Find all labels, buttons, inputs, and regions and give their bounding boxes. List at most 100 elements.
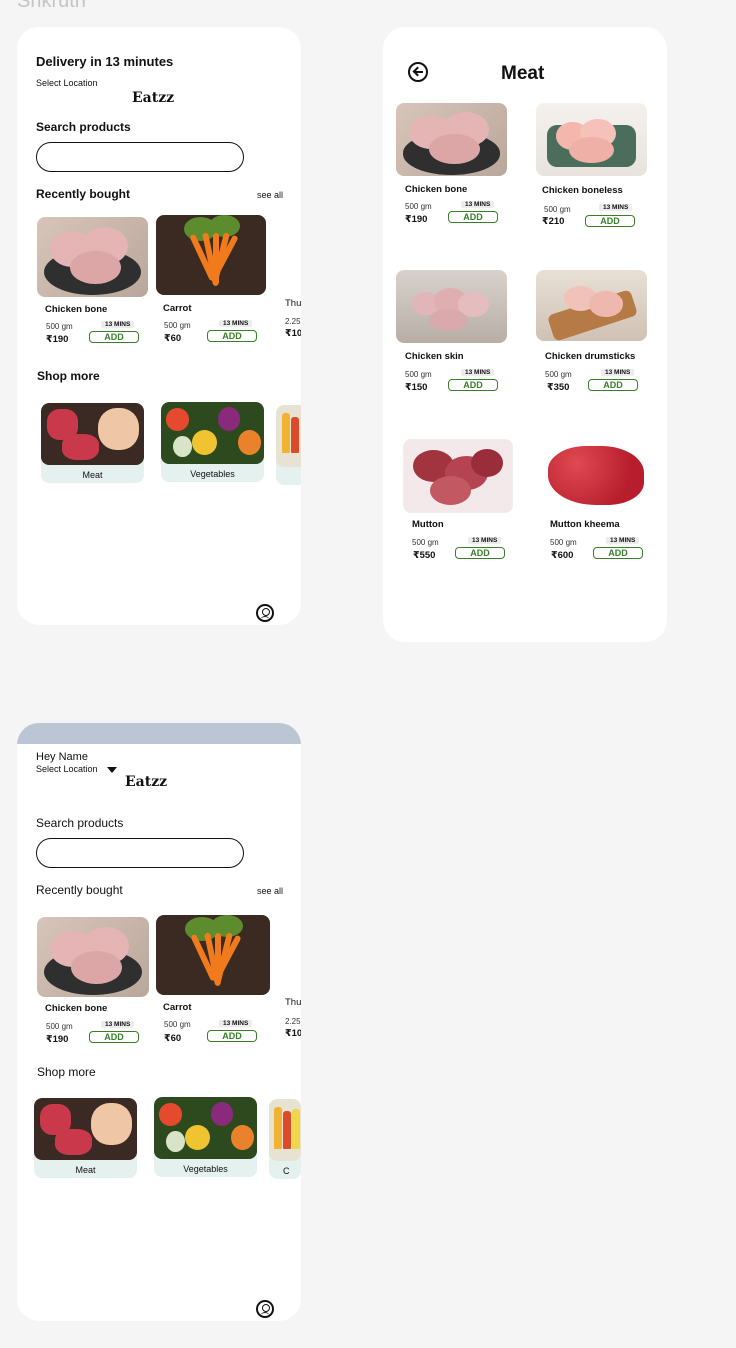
product-price: ₹190 <box>46 334 69 345</box>
product-name: Chicken skin <box>405 351 464 362</box>
add-button[interactable]: ADD <box>89 1031 139 1043</box>
product-weight: 500 gm <box>550 538 577 547</box>
product-price: ₹150 <box>405 382 428 393</box>
category-vegetables[interactable]: Vegetables <box>161 402 264 482</box>
profile-icon[interactable] <box>256 604 274 622</box>
select-location[interactable]: Select Location <box>36 764 98 774</box>
back-arrow-icon[interactable] <box>408 62 428 82</box>
search-input[interactable] <box>36 142 244 172</box>
product-name: Mutton kheema <box>550 519 620 530</box>
add-button[interactable]: ADD <box>585 215 635 227</box>
product-price: ₹190 <box>405 214 428 225</box>
product-image[interactable] <box>396 270 507 343</box>
eta-badge: 13 MINS <box>101 321 135 328</box>
product-image[interactable] <box>536 270 647 341</box>
home-screen-variant: Hey Name Select Location Eatzz Search pr… <box>17 723 301 1321</box>
add-button[interactable]: ADD <box>207 1030 257 1042</box>
status-bar <box>17 723 301 744</box>
search-input[interactable] <box>36 838 244 868</box>
select-location[interactable]: Select Location <box>36 78 98 88</box>
see-all-link[interactable]: see all <box>257 190 283 200</box>
product-price: ₹60 <box>164 1033 182 1044</box>
category-label: Meat <box>82 470 103 480</box>
brand-logo: Eatzz <box>125 774 168 790</box>
product-price: ₹190 <box>46 1034 69 1045</box>
eta-badge: 13 MINS <box>599 204 633 211</box>
product-weight: 500 gm <box>46 322 73 331</box>
meat-screen: Meat Chicken bone 500 gm 13 MINS ₹190 AD… <box>383 27 667 642</box>
recently-bought-heading: Recently bought <box>36 883 123 897</box>
add-button[interactable]: ADD <box>588 379 638 391</box>
greeting: Hey Name <box>36 751 88 763</box>
product-price: ₹550 <box>413 550 436 561</box>
product-price: ₹60 <box>164 333 182 344</box>
add-button[interactable]: ADD <box>448 379 498 391</box>
product-name: Chicken boneless <box>542 185 623 196</box>
product-price: ₹600 <box>551 550 574 561</box>
product-weight: 500 gm <box>412 538 439 547</box>
add-button[interactable]: ADD <box>455 547 505 559</box>
recently-bought-heading: Recently bought <box>36 187 131 201</box>
product-weight: 500 gm <box>405 202 432 211</box>
product-weight: 500 gm <box>545 370 572 379</box>
page-title: Meat <box>501 63 545 84</box>
product-name: Thu <box>285 997 301 1008</box>
category-label: Vegetables <box>183 1164 228 1174</box>
eta-badge: 13 MINS <box>461 369 495 376</box>
product-image[interactable] <box>536 103 647 176</box>
shop-more-heading: Shop more <box>37 369 100 383</box>
product-weight: 500 gm <box>164 1020 191 1029</box>
eta-badge: 13 MINS <box>219 1020 253 1027</box>
category-label: Vegetables <box>190 469 235 479</box>
caret-down-icon[interactable] <box>107 767 117 773</box>
eta-badge: 13 MINS <box>461 201 495 208</box>
eta-badge: 13 MINS <box>101 1021 135 1028</box>
home-screen: Delivery in 13 minutes Select Location E… <box>17 27 301 625</box>
see-all-link[interactable]: see all <box>257 886 283 896</box>
product-name: Carrot <box>163 303 192 314</box>
category-meat[interactable]: Meat <box>34 1098 137 1178</box>
product-image[interactable] <box>539 437 653 513</box>
eta-badge: 13 MINS <box>601 369 635 376</box>
add-button[interactable]: ADD <box>593 547 643 559</box>
product-name: Mutton <box>412 519 444 530</box>
product-weight: 2.25 <box>285 1017 301 1026</box>
delivery-title: Delivery in 13 minutes <box>36 54 174 69</box>
product-weight: 500 gm <box>544 205 571 214</box>
product-weight: 500 gm <box>164 321 191 330</box>
product-weight: 2.25 <box>285 317 301 326</box>
product-name: Chicken bone <box>45 304 108 315</box>
search-label: Search products <box>36 120 131 134</box>
product-price: ₹350 <box>547 382 570 393</box>
product-price: ₹10 <box>285 328 301 339</box>
product-image[interactable] <box>37 917 149 997</box>
eta-badge: 13 MINS <box>468 537 502 544</box>
product-name: Chicken bone <box>405 184 468 195</box>
category-vegetables[interactable]: Vegetables <box>154 1097 257 1177</box>
brand-logo: Eatzz <box>132 90 175 106</box>
category-label: C <box>283 1166 290 1176</box>
category-drinks[interactable] <box>276 405 301 485</box>
add-button[interactable]: ADD <box>207 330 257 342</box>
category-label: Meat <box>75 1165 96 1175</box>
product-image[interactable] <box>156 915 270 995</box>
product-image[interactable] <box>37 217 148 297</box>
shop-more-heading: Shop more <box>37 1065 96 1079</box>
add-button[interactable]: ADD <box>448 211 498 223</box>
product-image[interactable] <box>156 215 266 295</box>
product-name: Chicken bone <box>45 1003 108 1014</box>
product-image[interactable] <box>396 103 507 176</box>
eta-badge: 13 MINS <box>219 320 253 327</box>
product-weight: 500 gm <box>46 1022 73 1031</box>
category-meat[interactable]: Meat <box>41 403 144 483</box>
canvas-title: Srikruth <box>17 0 86 12</box>
product-image[interactable] <box>403 439 513 513</box>
product-price: ₹10 <box>285 1028 301 1039</box>
profile-icon[interactable] <box>256 1300 274 1318</box>
category-drinks[interactable]: C <box>269 1099 301 1179</box>
add-button[interactable]: ADD <box>89 331 139 343</box>
product-name: Thu <box>285 298 301 309</box>
product-price: ₹210 <box>542 216 565 227</box>
product-name: Chicken drumsticks <box>545 351 636 362</box>
product-name: Carrot <box>163 1002 192 1013</box>
